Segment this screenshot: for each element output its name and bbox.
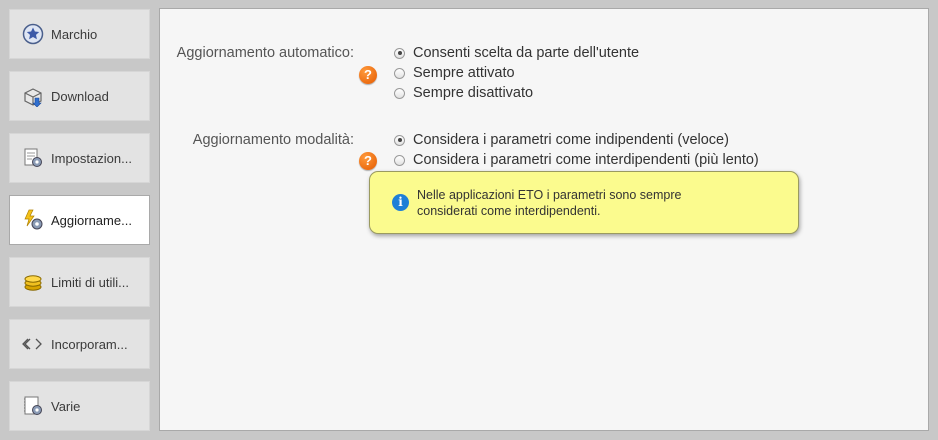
update-mode-option-interdependent[interactable]: Considera i parametri come interdipenden… (394, 152, 759, 168)
radio-label: Sempre attivato (413, 65, 515, 81)
sidebar-item-download[interactable]: Download (9, 71, 150, 121)
radio-button[interactable] (394, 134, 405, 146)
coins-icon (22, 271, 44, 293)
sidebar-item-aggiornamento[interactable]: Aggiorname... (9, 195, 150, 245)
update-gear-icon (22, 209, 44, 231)
radio-label: Consenti scelta da parte dell'utente (413, 45, 640, 61)
update-mode-help-icon[interactable]: ? (359, 152, 377, 170)
sidebar-item-label: Varie (51, 398, 81, 414)
info-icon: i (392, 194, 409, 211)
radio-button[interactable] (394, 154, 405, 166)
sidebar-item-marchio[interactable]: Marchio (9, 9, 150, 59)
sidebar-item-varie[interactable]: Varie (9, 381, 150, 431)
update-mode-option-independent[interactable]: Considera i parametri come indipendenti … (394, 132, 729, 148)
download-box-icon (22, 85, 44, 107)
misc-settings-icon (22, 395, 44, 417)
radio-button[interactable] (394, 67, 405, 79)
embed-code-icon (22, 333, 44, 355)
settings-panel: Aggiornamento automatico: ? Consenti sce… (159, 8, 929, 431)
tooltip-text: Nelle applicazioni ETO i parametri sono … (417, 187, 682, 218)
auto-update-label: Aggiornamento automatico: (176, 45, 354, 61)
update-mode-label: Aggiornamento modalità: (192, 132, 354, 148)
sidebar-item-label: Incorporam... (51, 336, 128, 352)
sidebar-item-incorporamento[interactable]: Incorporam... (9, 319, 150, 369)
settings-page-icon (22, 147, 44, 169)
sidebar-item-label: Marchio (51, 26, 98, 42)
sidebar-item-label: Aggiorname... (51, 212, 132, 228)
radio-button[interactable] (394, 87, 405, 99)
sidebar: Marchio Download Impostazion... Aggiorna… (0, 0, 160, 440)
auto-update-option-always-off[interactable]: Sempre disattivato (394, 85, 533, 101)
radio-button[interactable] (394, 47, 405, 59)
radio-label: Considera i parametri come interdipenden… (413, 152, 759, 168)
auto-update-option-user-choice[interactable]: Consenti scelta da parte dell'utente (394, 45, 639, 61)
auto-update-help-icon[interactable]: ? (359, 66, 377, 84)
info-tooltip: i Nelle applicazioni ETO i parametri son… (369, 171, 799, 234)
sidebar-item-limiti[interactable]: Limiti di utili... (9, 257, 150, 307)
sidebar-item-label: Download (51, 88, 109, 104)
radio-label: Sempre disattivato (413, 85, 534, 101)
sidebar-item-label: Impostazion... (51, 150, 132, 166)
star-badge-icon (22, 23, 44, 45)
sidebar-item-label: Limiti di utili... (51, 274, 130, 290)
radio-label: Considera i parametri come indipendenti … (413, 132, 729, 148)
sidebar-item-impostazioni[interactable]: Impostazion... (9, 133, 150, 183)
auto-update-option-always-on[interactable]: Sempre attivato (394, 65, 515, 81)
